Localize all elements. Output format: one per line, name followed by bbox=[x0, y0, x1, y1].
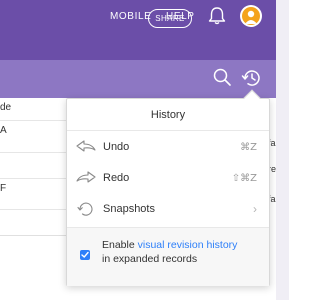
table-row[interactable]: A bbox=[0, 121, 66, 153]
table-row[interactable] bbox=[0, 210, 66, 236]
chevron-right-icon: › bbox=[253, 202, 257, 216]
history-menu-title: History bbox=[67, 99, 269, 131]
redo-shortcut: ⇧⌘Z bbox=[231, 173, 257, 184]
mobile-link[interactable]: MOBILE bbox=[110, 11, 151, 22]
history-menu: History Undo ⌘Z Redo ⇧⌘Z Snapshots › Ena… bbox=[66, 98, 270, 286]
avatar[interactable] bbox=[240, 5, 262, 27]
table-cell: A bbox=[0, 125, 7, 136]
snapshots-label: Snapshots bbox=[103, 203, 155, 215]
undo-label: Undo bbox=[103, 141, 130, 153]
snapshots-icon bbox=[75, 199, 97, 219]
search-icon[interactable] bbox=[212, 67, 232, 87]
snapshots-menu-item[interactable]: Snapshots › bbox=[67, 194, 269, 225]
top-navbar bbox=[0, 0, 276, 60]
redo-icon bbox=[75, 168, 97, 188]
revision-history-option: Enable visual revision history in expande… bbox=[67, 228, 269, 286]
table-cell: de bbox=[0, 102, 12, 113]
revision-history-text: Enable visual revision history in expande… bbox=[102, 238, 267, 266]
undo-icon bbox=[75, 137, 97, 157]
bell-icon[interactable] bbox=[206, 5, 228, 27]
undo-shortcut: ⌘Z bbox=[240, 142, 257, 153]
records-table: de A F bbox=[0, 98, 66, 236]
table-row[interactable] bbox=[0, 153, 66, 179]
revision-history-text-after: in expanded records bbox=[102, 253, 198, 265]
revision-history-checkbox[interactable] bbox=[80, 250, 90, 260]
avatar-image bbox=[242, 7, 260, 25]
redo-label: Redo bbox=[103, 172, 130, 184]
view-toolbar bbox=[0, 60, 276, 98]
table-row[interactable]: F bbox=[0, 179, 66, 210]
share-button[interactable]: SHARE bbox=[148, 9, 192, 28]
revision-history-text-before: Enable bbox=[102, 239, 138, 251]
table-cell: F bbox=[0, 183, 7, 194]
visual-revision-history-link[interactable]: visual revision history bbox=[138, 239, 238, 251]
redo-menu-item[interactable]: Redo ⇧⌘Z bbox=[67, 163, 269, 194]
table-row[interactable]: de bbox=[0, 98, 66, 121]
right-edge-panel bbox=[276, 0, 289, 300]
history-icon[interactable] bbox=[240, 66, 264, 90]
undo-menu-item[interactable]: Undo ⌘Z bbox=[67, 132, 269, 163]
